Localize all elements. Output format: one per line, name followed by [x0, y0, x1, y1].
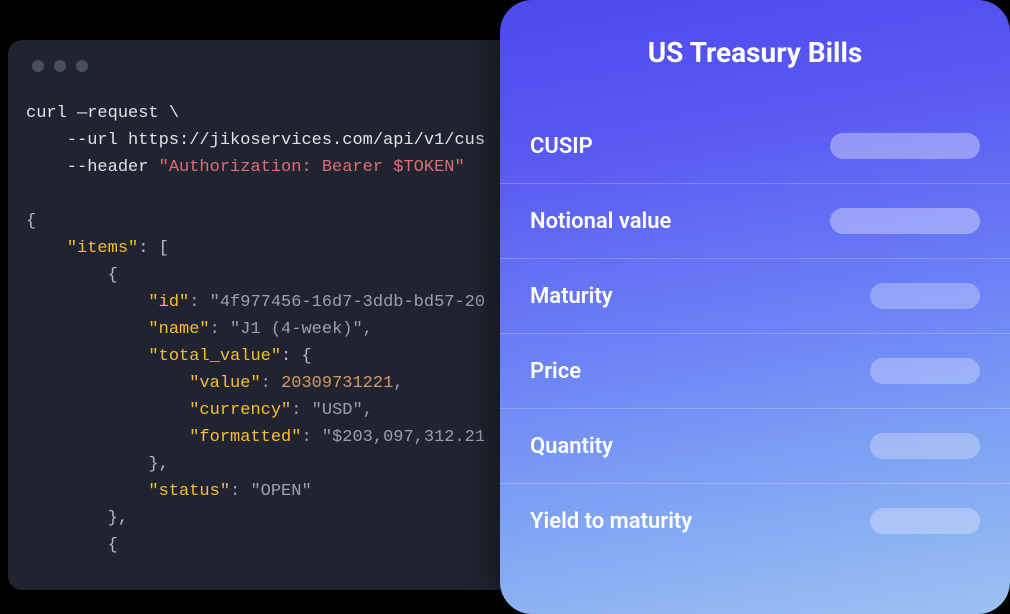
stage: curl —request \ --url https://jikoservic… — [0, 0, 1010, 614]
traffic-dot-zoom[interactable] — [76, 60, 88, 72]
card-row-label: Yield to maturity — [530, 509, 692, 534]
value-placeholder — [830, 133, 980, 159]
traffic-dot-minimize[interactable] — [54, 60, 66, 72]
card-row-notional-value[interactable]: Notional value — [500, 183, 1010, 258]
card-row-label: Quantity — [530, 434, 613, 459]
card-row-cusip[interactable]: CUSIP — [500, 109, 1010, 183]
card-row-yield-to-maturity[interactable]: Yield to maturity — [500, 483, 1010, 558]
card-title: US Treasury Bills — [500, 36, 1010, 69]
card-row-label: Notional value — [530, 209, 671, 234]
card-row-label: CUSIP — [530, 134, 593, 159]
card-row-maturity[interactable]: Maturity — [500, 258, 1010, 333]
value-placeholder — [870, 283, 980, 309]
value-placeholder — [870, 433, 980, 459]
value-placeholder — [870, 508, 980, 534]
treasury-card: US Treasury Bills CUSIP Notional value M… — [500, 0, 1010, 614]
traffic-dot-close[interactable] — [32, 60, 44, 72]
value-placeholder — [830, 208, 980, 234]
card-row-label: Maturity — [530, 284, 613, 309]
value-placeholder — [870, 358, 980, 384]
card-row-quantity[interactable]: Quantity — [500, 408, 1010, 483]
card-row-price[interactable]: Price — [500, 333, 1010, 408]
card-rows: CUSIP Notional value Maturity Price Quan… — [500, 109, 1010, 558]
card-row-label: Price — [530, 359, 581, 384]
